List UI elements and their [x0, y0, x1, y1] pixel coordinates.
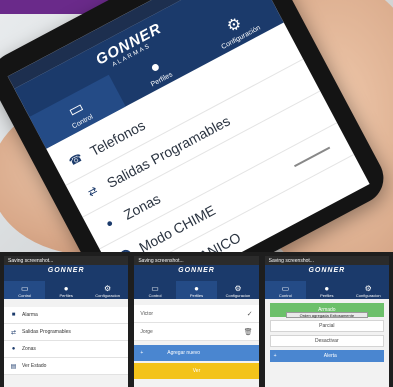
doc-icon: ▤: [10, 363, 17, 370]
nav-label: Configuracion: [95, 293, 120, 298]
nav-configuracion[interactable]: ⚙ Configuracion: [348, 281, 389, 299]
nav-control[interactable]: ▭ Control: [264, 281, 307, 299]
list-item-salidas[interactable]: ⇄ Salidas Programables: [4, 324, 129, 341]
top-nav: ▭ Control ● Perfiles ⚙ Configuracion: [4, 281, 128, 299]
pin-icon: ●: [103, 216, 116, 231]
nav-label: Control: [18, 293, 32, 298]
pin-icon: ●: [11, 346, 16, 352]
alarm-icon: ■: [11, 312, 16, 318]
view-label: Ver: [192, 368, 201, 374]
gear-icon: ⚙: [234, 284, 242, 293]
user-icon: ●: [63, 284, 69, 293]
status-bar: Saving screenshot...: [4, 256, 129, 265]
nav-label: Control: [278, 293, 292, 298]
monitor-icon: ▭: [20, 284, 29, 293]
status-bar: Saving screenshot...: [134, 256, 259, 265]
user-icon: ●: [324, 284, 330, 293]
button-label: Desactivar: [315, 338, 339, 344]
screenshot-strip: Saving screenshot... GONNER ▭ Control ● Pe…: [0, 252, 393, 387]
plus-icon: +: [140, 350, 144, 356]
user-name: Jorge: [140, 328, 153, 335]
nav-perfiles[interactable]: ● Perfiles: [306, 281, 347, 299]
alert-button[interactable]: + Alerta: [269, 350, 384, 362]
toast-message: Orden agregada Exitosamente: [285, 312, 368, 318]
app-header: GONNER ▭ Control ● Perfiles ⚙ Configuracion: [264, 265, 389, 299]
nav-control[interactable]: ▭ Control: [134, 281, 175, 299]
add-label: Agregar nuevo: [167, 350, 201, 356]
user-row-victor[interactable]: Victor ✓: [134, 305, 259, 323]
screenshot-menu: Saving screenshot... GONNER ▭ Control ● Pe…: [4, 256, 129, 387]
alert-label: Alerta: [323, 353, 337, 359]
logo: GONNER: [47, 267, 85, 274]
shuffle-icon: ⇄: [10, 329, 17, 336]
list-item-alarma[interactable]: ■ Alarma: [4, 307, 129, 324]
user-icon: ●: [147, 57, 164, 78]
status-bar: Saving screenshot...: [264, 256, 389, 265]
logo: GONNER: [178, 267, 215, 274]
check-icon[interactable]: ✓: [247, 310, 253, 318]
nav-label: Configuracion: [355, 293, 381, 298]
list-label: Ver Estado: [22, 363, 47, 369]
gear-icon: ⚙: [104, 284, 112, 293]
user-row-jorge[interactable]: Jorge 🗑: [134, 323, 259, 341]
list-label: Alarma: [22, 312, 38, 318]
phone-icon: ☎: [67, 151, 85, 169]
partial-button[interactable]: Parcial: [269, 320, 384, 332]
monitor-icon: ▭: [281, 284, 290, 293]
list-item-estado[interactable]: ▤ Ver Estado: [4, 358, 129, 375]
nav-label: Perfiles: [189, 293, 204, 298]
nav-label: Perfiles: [320, 293, 334, 298]
nav-perfiles[interactable]: ● Perfiles: [175, 281, 218, 299]
screenshot-users: Saving screenshot... GONNER ▭ Control ● Pe…: [134, 256, 259, 387]
nav-control[interactable]: ▭ Control: [4, 281, 46, 299]
shuffle-icon: ⇄: [86, 184, 100, 200]
add-new-button[interactable]: + Agregar nuevo: [134, 345, 259, 361]
list-item-zonas[interactable]: ● Zonas: [4, 341, 129, 358]
user-icon: ●: [194, 284, 199, 293]
nav-configuracion[interactable]: ⚙ Configuracion: [87, 281, 128, 299]
top-nav: ▭ Control ● Perfiles ⚙ Configuracion: [264, 281, 389, 299]
menu-label: Zonas: [120, 189, 163, 223]
hero-photo: ▣ ▲ ⊟ ◀ ✈ ▮ ▮ GONNER ALARMAS ▭ Control ●…: [0, 0, 393, 252]
app-header: GONNER ▭ Control ● Perfiles ⚙ Configuracion: [134, 265, 259, 299]
logo: GONNER: [308, 267, 346, 274]
screenshot-control: Saving screenshot... GONNER ▭ Control ● Pe…: [264, 256, 389, 387]
nav-perfiles[interactable]: ● Perfiles: [45, 281, 86, 299]
nav-label: Perfiles: [59, 293, 73, 298]
top-nav: ▭ Control ● Perfiles ⚙ Configuracion: [134, 281, 258, 299]
app-header: GONNER ▭ Control ● Perfiles ⚙ Configuracion: [4, 265, 129, 299]
nav-label: Control: [148, 293, 162, 298]
toggle-switch[interactable]: [293, 146, 331, 167]
nav-label: Configuracion: [225, 293, 251, 298]
button-label: Parcial: [319, 323, 335, 329]
user-name: Victor: [140, 310, 154, 317]
monitor-icon: ▭: [151, 284, 159, 293]
nav-configuracion[interactable]: ⚙ Configuracion: [217, 281, 258, 299]
armed-button[interactable]: Armado Orden agregada Exitosamente: [269, 303, 384, 318]
deactivate-button[interactable]: Desactivar: [269, 335, 384, 347]
list-label: Salidas Programables: [22, 329, 71, 335]
view-button[interactable]: Ver: [134, 363, 259, 379]
trash-icon[interactable]: 🗑: [244, 328, 253, 336]
list-label: Zonas: [22, 346, 36, 352]
gear-icon: ⚙: [364, 284, 372, 293]
